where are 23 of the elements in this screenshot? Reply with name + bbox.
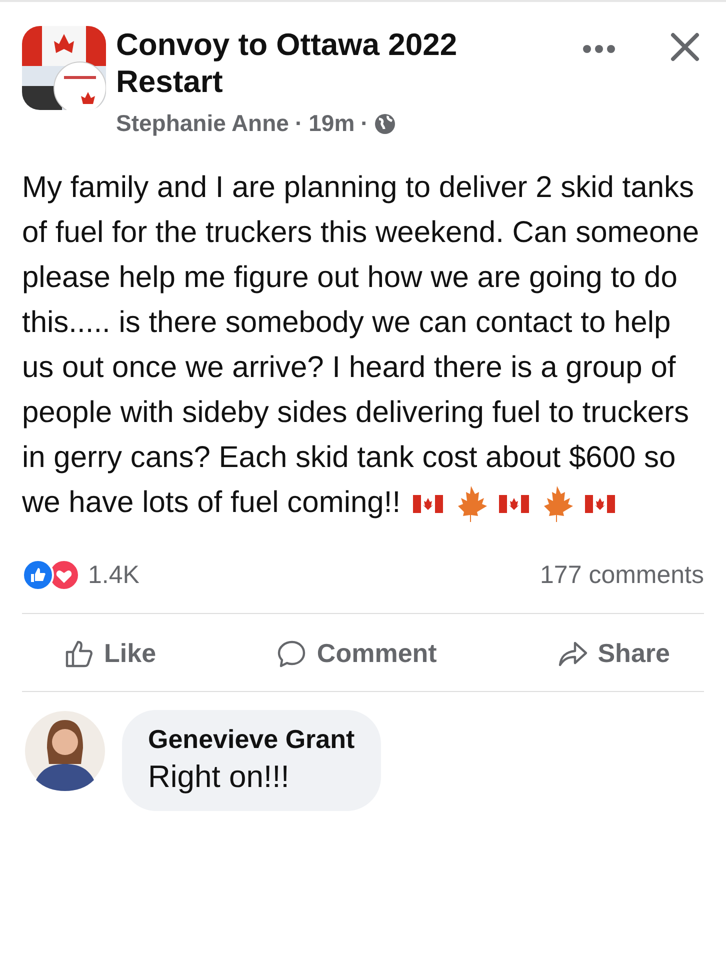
comment-count[interactable]: 177 comments: [540, 560, 704, 590]
thumbs-up-icon: [64, 638, 94, 669]
share-button[interactable]: Share: [558, 638, 670, 670]
flag-icon: [412, 493, 443, 516]
flag-icon: [584, 493, 615, 516]
author-name[interactable]: Stephanie Anne: [116, 110, 289, 138]
separator: ·: [294, 110, 303, 138]
speech-bubble-icon: [276, 638, 307, 669]
flag-icon: [498, 493, 529, 516]
reaction-count[interactable]: 1.4K: [88, 560, 140, 590]
globe-icon: [374, 112, 396, 135]
post-time[interactable]: 19m: [308, 110, 355, 138]
post-text: My family and I are planning to deliver 2 skid tanks of fuel for the truckers this weekend. Can someone please help me figure out how we are going to do this..... is there somebody we can contact to help us out once we arrive? I heard there is a group of people with sideby sides delivering fuel to truckers in gerry cans? Each skid tank cost about $600 so we have lots of fuel coming!!: [22, 165, 704, 526]
commenter-avatar[interactable]: [24, 710, 106, 792]
comment-text: Right on!!!: [148, 759, 290, 796]
commenter-name[interactable]: Genevieve Grant: [148, 724, 355, 756]
group-name[interactable]: Convoy to Ottawa 2022 Restart: [116, 26, 516, 100]
like-button[interactable]: Like: [64, 638, 156, 670]
close-icon[interactable]: [670, 32, 700, 62]
comment-button[interactable]: Comment: [276, 638, 437, 670]
reaction-icons[interactable]: [22, 559, 80, 592]
more-options-icon[interactable]: [582, 44, 616, 54]
separator: ·: [360, 110, 368, 138]
